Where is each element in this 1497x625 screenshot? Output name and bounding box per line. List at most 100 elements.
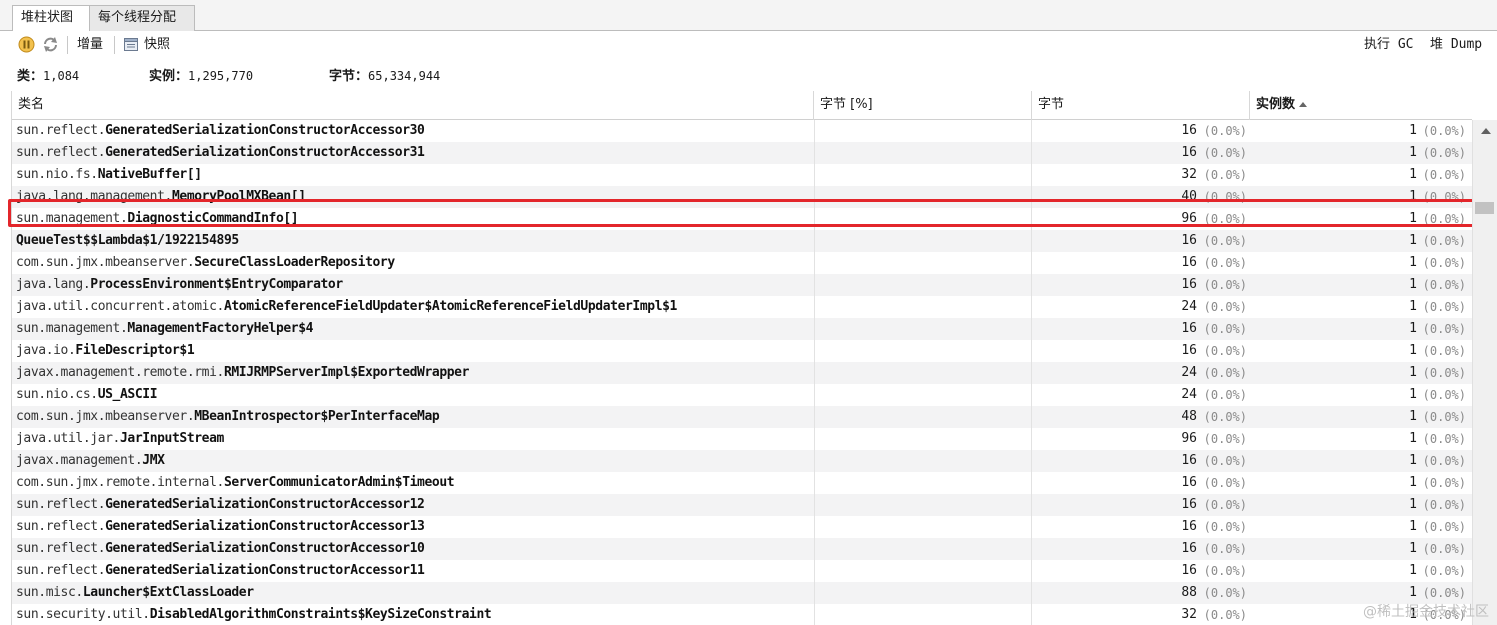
delta-button[interactable]: 增量 <box>77 36 103 54</box>
tab-heap-histogram[interactable]: 堆柱状图 <box>12 5 90 32</box>
instances-percent: (0.0%) <box>1422 278 1466 292</box>
column-header-bytes-percent[interactable]: 字节 [%] <box>814 91 1032 120</box>
table-row[interactable]: java.lang.ProcessEnvironment$EntryCompar… <box>12 274 1472 296</box>
instances-stat: 实例：1,295,770 <box>149 69 254 84</box>
package-name: java.io. <box>16 343 76 358</box>
bytes-cell: 16 (0.0%) <box>1032 252 1250 274</box>
class-name-cell: javax.management.JMX <box>16 450 813 472</box>
bytes-percent-bar-cell <box>814 186 1032 208</box>
table-row[interactable]: sun.reflect.GeneratedSerializationConstr… <box>12 538 1472 560</box>
class-name: GeneratedSerializationConstructorAccesso… <box>105 123 425 138</box>
column-header-instances[interactable]: 实例数 <box>1250 91 1472 120</box>
instances-percent: (0.0%) <box>1422 410 1466 424</box>
table-row[interactable]: java.io.FileDescriptor$1 16 (0.0%) 1 (0.0%) <box>12 340 1472 362</box>
table-row[interactable]: com.sun.jmx.mbeanserver.MBeanIntrospecto… <box>12 406 1472 428</box>
bytes-percent: (0.0%) <box>1203 366 1247 380</box>
bytes-percent: (0.0%) <box>1203 146 1247 160</box>
instances-cell: 1 (0.0%) <box>1250 120 1472 142</box>
bytes-value: 16 <box>1181 255 1197 270</box>
column-header-instances-label: 实例数 <box>1256 97 1296 112</box>
class-name-cell: java.lang.ProcessEnvironment$EntryCompar… <box>16 274 813 296</box>
instances-cell: 1 (0.0%) <box>1250 340 1472 362</box>
bytes-cell: 24 (0.0%) <box>1032 296 1250 318</box>
bytes-percent: (0.0%) <box>1203 454 1247 468</box>
instances-cell: 1 (0.0%) <box>1250 406 1472 428</box>
bytes-value: 24 <box>1181 365 1197 380</box>
instances-value: 1 <box>1409 431 1417 446</box>
table-row[interactable]: com.sun.jmx.remote.internal.ServerCommun… <box>12 472 1472 494</box>
table-row[interactable]: com.sun.jmx.mbeanserver.SecureClassLoade… <box>12 252 1472 274</box>
snapshot-icon[interactable] <box>123 36 140 53</box>
bytes-percent-bar-cell <box>814 560 1032 582</box>
bytes-cell: 96 (0.0%) <box>1032 428 1250 450</box>
table-row[interactable]: sun.management.DiagnosticCommandInfo[] 96… <box>12 208 1472 230</box>
class-name-cell: java.io.FileDescriptor$1 <box>16 340 813 362</box>
class-name: FileDescriptor$1 <box>75 343 195 358</box>
snapshot-button[interactable]: 快照 <box>144 36 170 54</box>
table-row[interactable]: java.util.jar.JarInputStream 96 (0.0%) 1 (0.… <box>12 428 1472 450</box>
instances-cell: 1 (0.0%) <box>1250 560 1472 582</box>
instances-value: 1 <box>1409 409 1417 424</box>
class-name: ManagementFactoryHelper$4 <box>127 321 314 336</box>
instances-cell: 1 (0.0%) <box>1250 274 1472 296</box>
heap-dump-button[interactable]: 堆 Dump <box>1430 36 1482 54</box>
refresh-icon[interactable] <box>42 36 59 53</box>
table-row[interactable]: sun.nio.cs.US_ASCII 24 (0.0%) 1 (0.0%) <box>12 384 1472 406</box>
table-row[interactable]: java.util.concurrent.atomic.AtomicRefere… <box>12 296 1472 318</box>
sort-ascending-icon <box>1299 102 1308 107</box>
table-body[interactable]: sun.reflect. GeneratedSerializationConstr… <box>12 120 1472 625</box>
instances-percent: (0.0%) <box>1422 344 1466 358</box>
instances-value: 1 <box>1409 343 1417 358</box>
column-header-bytes[interactable]: 字节 <box>1032 91 1250 120</box>
class-name: Launcher$ExtClassLoader <box>82 585 254 600</box>
instances-percent: (0.0%) <box>1422 146 1466 160</box>
instances-value: 1 <box>1409 475 1417 490</box>
bytes-percent: (0.0%) <box>1203 190 1247 204</box>
table-row[interactable]: sun.reflect.GeneratedSerializationConstr… <box>12 516 1472 538</box>
scrollbar-thumb[interactable] <box>1475 202 1494 214</box>
instances-percent: (0.0%) <box>1422 300 1466 314</box>
bytes-percent: (0.0%) <box>1203 322 1247 336</box>
package-name: sun.reflect. <box>16 497 106 512</box>
table-row[interactable]: sun.management.ManagementFactoryHelper$4… <box>12 318 1472 340</box>
bytes-value: 16 <box>1181 453 1197 468</box>
scroll-up-icon[interactable] <box>1481 128 1491 134</box>
table-row[interactable]: sun.reflect.GeneratedSerializationConstr… <box>12 494 1472 516</box>
class-name: GeneratedSerializationConstructorAccesso… <box>105 541 425 556</box>
table-row[interactable]: sun.reflect.GeneratedSerializationConstr… <box>12 120 1472 142</box>
class-name: SecureClassLoaderRepository <box>194 255 395 270</box>
table-row[interactable]: sun.security.util.DisabledAlgorithmConst… <box>12 604 1472 625</box>
table-row[interactable]: javax.management.remote.rmi.RMIJRMPServe… <box>12 362 1472 384</box>
tab-per-thread-allocation[interactable]: 每个线程分配 <box>90 5 195 31</box>
bytes-percent-bar-cell <box>814 472 1032 494</box>
package-name: sun.reflect. <box>16 145 106 160</box>
package-name: java.util.concurrent.atomic. <box>16 299 224 314</box>
table-row[interactable]: sun.reflect.GeneratedSerializationConstr… <box>12 142 1472 164</box>
table-row[interactable]: QueueTest$$Lambda$1/1922154895 16 (0.0%) 1 (… <box>12 230 1472 252</box>
column-header-class-name[interactable]: 类名 <box>12 91 814 120</box>
bytes-value: 96 <box>1181 431 1197 446</box>
table-row[interactable]: sun.nio.fs.NativeBuffer[] 32 (0.0%) 1 (0.0%) <box>12 164 1472 186</box>
bytes-percent-bar-cell <box>814 164 1032 186</box>
class-name-cell: sun.reflect.GeneratedSerializationConstr… <box>16 538 813 560</box>
instances-value: 1 <box>1409 387 1417 402</box>
package-name: sun.misc. <box>16 585 83 600</box>
bytes-cell: 16 (0.0%) <box>1032 472 1250 494</box>
bytes-cell: 16 (0.0%) <box>1032 142 1250 164</box>
table-row[interactable]: javax.management.JMX 16 (0.0%) 1 (0.0%) <box>12 450 1472 472</box>
vertical-scrollbar[interactable] <box>1472 120 1497 625</box>
instances-cell: 1 (0.0%) <box>1250 428 1472 450</box>
package-name: com.sun.jmx.remote.internal. <box>16 475 224 490</box>
instances-value: 1 <box>1409 299 1417 314</box>
pause-icon[interactable] <box>18 36 35 53</box>
bytes-value: 16 <box>1181 277 1197 292</box>
package-name: com.sun.jmx.mbeanserver. <box>16 255 195 270</box>
class-name-cell: sun.misc.Launcher$ExtClassLoader <box>16 582 813 604</box>
table-row[interactable]: sun.reflect.GeneratedSerializationConstr… <box>12 560 1472 582</box>
bytes-percent-bar-cell <box>814 340 1032 362</box>
table-row[interactable]: sun.misc.Launcher$ExtClassLoader 88 (0.0%)… <box>12 582 1472 604</box>
instances-value: 1 <box>1409 233 1417 248</box>
table-row[interactable]: java.lang.management.MemoryPoolMXBean[] 4… <box>12 186 1472 208</box>
bytes-percent-bar-cell <box>814 604 1032 625</box>
run-gc-button[interactable]: 执行 GC <box>1364 36 1413 54</box>
